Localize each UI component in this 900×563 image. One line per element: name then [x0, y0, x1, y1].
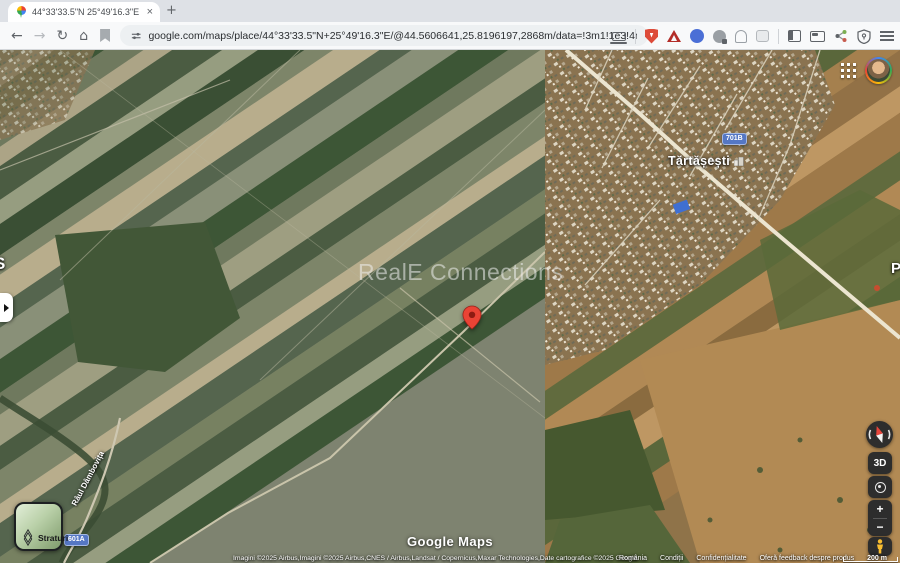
footer-privacy-link[interactable]: Confidențialitate	[696, 555, 746, 562]
layers-icon	[22, 528, 34, 547]
layers-straturi-button[interactable]: Straturi	[14, 502, 68, 551]
compass-control[interactable]	[866, 421, 893, 448]
map-attribution: Imagini ©2025 Airbus,Imagini ©2025 Airbu…	[233, 555, 638, 562]
my-location-icon	[874, 481, 886, 493]
clipped-label-left: S	[0, 254, 5, 274]
pegman-icon	[877, 539, 883, 554]
clipped-label-right: P	[891, 260, 900, 277]
wallet-icon[interactable]	[810, 30, 825, 42]
extension-lock-icon[interactable]	[713, 29, 727, 44]
site-settings-icon[interactable]	[131, 30, 141, 42]
side-panel-expand-button[interactable]	[0, 293, 13, 322]
device-share-icon[interactable]	[610, 31, 627, 44]
chevron-right-icon	[4, 303, 9, 312]
town-building-icon	[734, 156, 744, 166]
realE-connections-watermark: RealE Connections	[358, 259, 564, 285]
town-label-tartasesti[interactable]: Tărtășești	[668, 154, 744, 168]
my-location-button[interactable]	[868, 476, 892, 498]
zoom-control[interactable]: + −	[868, 500, 892, 536]
browser-tab[interactable]: 44°33'33.5"N 25°49'16.3"E - ×	[8, 2, 160, 22]
zoom-out-button[interactable]: −	[876, 519, 883, 536]
divider	[635, 28, 636, 44]
google-apps-grid-icon[interactable]	[841, 63, 856, 78]
google-maps-logo[interactable]: Google Maps	[403, 534, 497, 549]
road-badge-701b: 701B	[722, 133, 747, 145]
toolbar-right-icons	[610, 22, 894, 50]
tab-close-icon[interactable]: ×	[147, 6, 153, 18]
account-avatar[interactable]	[865, 57, 892, 84]
browser-menu-icon[interactable]	[880, 31, 894, 41]
divider	[778, 28, 779, 44]
back-icon[interactable]: ←	[11, 29, 23, 43]
tab-title: 44°33'33.5"N 25°49'16.3"E -	[32, 7, 142, 17]
url-bar[interactable]: google.com/maps/place/44°33'33.5"N+25°49…	[120, 25, 649, 46]
bookmark-icon[interactable]	[100, 29, 111, 42]
new-tab-button[interactable]: +	[166, 3, 177, 18]
tab-strip: 44°33'33.5"N 25°49'16.3"E - × +	[0, 0, 900, 22]
side-panel-icon[interactable]	[788, 30, 801, 42]
extension-blue-icon[interactable]	[690, 29, 704, 43]
adblock-shield-icon[interactable]	[645, 28, 658, 44]
location-pin-icon[interactable]	[462, 303, 482, 337]
scale-bar	[843, 557, 898, 562]
footer-terms-link[interactable]: Condiții	[660, 555, 683, 562]
extension-ghost-icon[interactable]	[735, 29, 747, 43]
google-maps-favicon-icon	[15, 6, 27, 18]
satellite-terrain	[0, 50, 900, 563]
pegman-streetview-button[interactable]	[868, 537, 892, 556]
map-canvas[interactable]: RealE Connections Tărtășești 701B 601A R…	[0, 50, 900, 563]
zoom-in-button[interactable]: +	[876, 501, 883, 518]
privacy-shield-icon[interactable]	[857, 28, 871, 44]
share-hub-icon[interactable]	[834, 29, 848, 43]
home-icon[interactable]: ⌂	[79, 29, 88, 43]
footer-country: România	[619, 555, 648, 562]
reload-icon[interactable]: ↻	[56, 29, 68, 43]
warning-triangle-extension-icon[interactable]	[667, 30, 681, 42]
3d-view-button[interactable]: 3D	[868, 452, 892, 474]
avatar-photo	[867, 59, 890, 82]
footer-feedback-link[interactable]: Oferă feedback despre produs	[760, 555, 855, 562]
layers-label: Straturi	[38, 533, 69, 543]
forward-icon[interactable]: →	[34, 29, 46, 43]
url-text[interactable]: google.com/maps/place/44°33'33.5"N+25°49…	[148, 30, 637, 42]
extension-box-icon[interactable]	[756, 30, 769, 42]
compass-needle-icon	[868, 425, 891, 444]
